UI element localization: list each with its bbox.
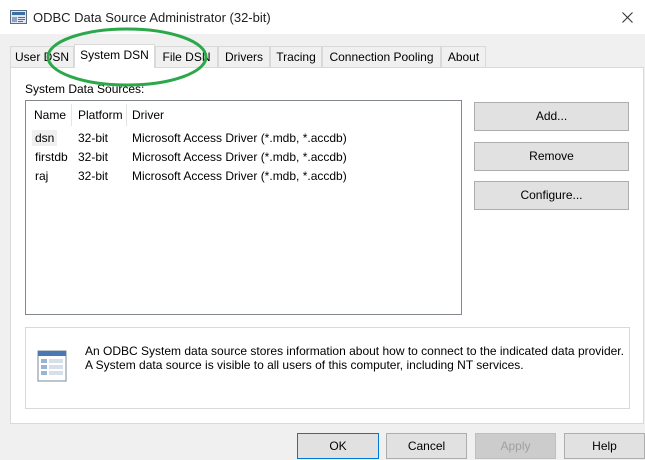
tab-drivers[interactable]: Drivers [218, 46, 270, 67]
tab-tracing[interactable]: Tracing [270, 46, 322, 67]
row-driver: Microsoft Access Driver (*.mdb, *.accdb) [132, 169, 347, 183]
column-separator[interactable] [71, 104, 72, 126]
cancel-button[interactable]: Cancel [386, 433, 467, 459]
tab-connection-pooling[interactable]: Connection Pooling [322, 46, 441, 67]
system-data-sources-label: System Data Sources: [25, 82, 145, 96]
window-title: ODBC Data Source Administrator (32-bit) [33, 10, 271, 25]
help-button[interactable]: Help [564, 433, 645, 459]
system-data-sources-list[interactable]: Name Platform Driver dsn 32-bit Microsof… [25, 100, 462, 315]
description-text: An ODBC System data source stores inform… [85, 344, 624, 372]
apply-button[interactable]: Apply [475, 433, 556, 459]
table-row[interactable]: raj 32-bit Microsoft Access Driver (*.md… [26, 167, 461, 186]
row-driver: Microsoft Access Driver (*.mdb, *.accdb) [132, 150, 347, 164]
table-row[interactable]: dsn 32-bit Microsoft Access Driver (*.md… [26, 129, 461, 148]
column-header-name[interactable]: Name [34, 108, 66, 122]
ok-button[interactable]: OK [297, 433, 379, 459]
table-row[interactable]: firstdb 32-bit Microsoft Access Driver (… [26, 148, 461, 167]
add-button[interactable]: Add... [474, 102, 629, 131]
row-driver: Microsoft Access Driver (*.mdb, *.accdb) [132, 131, 347, 145]
row-platform: 32-bit [78, 150, 109, 164]
odbc-app-icon [10, 10, 27, 24]
tab-about[interactable]: About [441, 46, 486, 67]
tab-user-dsn[interactable]: User DSN [10, 46, 74, 67]
row-name: firstdb [35, 150, 68, 164]
row-platform: 32-bit [78, 131, 109, 145]
title-bar: ODBC Data Source Administrator (32-bit) [0, 0, 645, 34]
description-line-1: An ODBC System data source stores inform… [85, 344, 624, 358]
data-source-icon [37, 350, 67, 382]
description-line-2: A System data source is visible to all u… [85, 358, 524, 372]
remove-button[interactable]: Remove [474, 142, 629, 171]
configure-button[interactable]: Configure... [474, 181, 629, 210]
tab-file-dsn[interactable]: File DSN [155, 46, 218, 67]
row-platform: 32-bit [78, 169, 109, 183]
odbc-admin-window: ODBC Data Source Administrator (32-bit) … [0, 0, 645, 460]
column-header-driver[interactable]: Driver [132, 108, 164, 122]
close-icon [622, 12, 633, 23]
column-header-platform[interactable]: Platform [78, 108, 123, 122]
row-name: raj [35, 169, 49, 183]
tab-system-dsn[interactable]: System DSN [74, 44, 155, 68]
close-button[interactable] [611, 0, 645, 34]
column-separator[interactable] [126, 104, 127, 126]
row-name: dsn [31, 130, 58, 146]
